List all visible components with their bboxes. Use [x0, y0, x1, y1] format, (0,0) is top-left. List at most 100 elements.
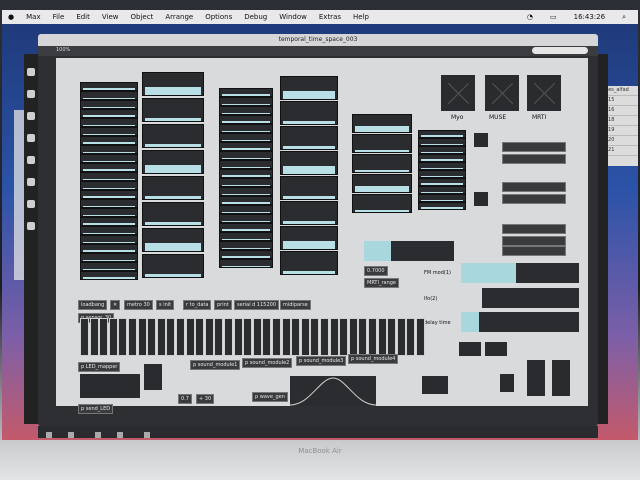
sensor-strip[interactable]	[219, 169, 273, 178]
scope-strip[interactable]	[280, 226, 338, 250]
muse-strip[interactable]	[418, 186, 466, 194]
r-to-data-box[interactable]: r to_data	[183, 300, 212, 310]
sensor-strip[interactable]	[80, 244, 138, 253]
scope-strip[interactable]	[280, 251, 338, 275]
scope-strip[interactable]	[142, 202, 204, 226]
menu-help[interactable]: Help	[353, 13, 369, 21]
sensor-strip[interactable]	[80, 163, 138, 172]
sensor-column[interactable]	[118, 318, 128, 356]
scope-strip[interactable]	[142, 72, 204, 96]
status-block[interactable]	[474, 133, 488, 147]
loadbang-box[interactable]: loadbang	[78, 300, 108, 310]
sensor-strip[interactable]	[219, 106, 273, 115]
zoom-level[interactable]: 100%	[56, 47, 70, 53]
sensor-column[interactable]	[396, 318, 406, 356]
sensor-strip[interactable]	[219, 187, 273, 196]
sensor-strip[interactable]	[80, 154, 138, 163]
emg-strip[interactable]	[352, 194, 412, 213]
scope-strip[interactable]	[142, 98, 204, 122]
param-box[interactable]	[502, 246, 566, 256]
muse-strip[interactable]	[418, 138, 466, 146]
sensor-strip[interactable]	[80, 91, 138, 100]
sensor-strip[interactable]	[219, 151, 273, 160]
sensor-column[interactable]	[281, 318, 291, 356]
settings-icon[interactable]	[27, 222, 35, 230]
window-title[interactable]: temporal_time_space_003	[38, 34, 598, 46]
menu-window[interactable]: Window	[279, 13, 307, 21]
wave-gen-box[interactable]: p wave_gen	[252, 392, 288, 402]
menu-object[interactable]: Object	[131, 13, 154, 21]
param-box[interactable]	[502, 142, 566, 152]
muse-strip[interactable]	[418, 170, 466, 178]
scope-strip[interactable]	[142, 228, 204, 252]
menu-arrange[interactable]: Arrange	[165, 13, 193, 21]
sensor-strip[interactable]	[80, 262, 138, 271]
menu-edit[interactable]: Edit	[76, 13, 90, 21]
lock-icon[interactable]	[27, 68, 35, 76]
scope-strip[interactable]	[142, 254, 204, 278]
scope-strip[interactable]	[280, 201, 338, 225]
sensor-column[interactable]	[291, 318, 301, 356]
toggle-x[interactable]: ✕	[110, 300, 121, 310]
menu-view[interactable]: View	[102, 13, 119, 21]
sensor-strip[interactable]	[80, 271, 138, 280]
sensor-strip[interactable]	[80, 109, 138, 118]
sensor-strip[interactable]	[80, 172, 138, 181]
gain-slider-right[interactable]	[552, 360, 570, 396]
sensor-strip[interactable]	[219, 205, 273, 214]
blend-slider[interactable]	[364, 241, 454, 261]
sensor-strip[interactable]	[80, 181, 138, 190]
sensor-strip[interactable]	[219, 232, 273, 241]
s-init-box[interactable]: s init	[156, 300, 175, 310]
sensor-column[interactable]	[320, 318, 329, 356]
lock-icon[interactable]	[46, 432, 52, 438]
gain-slider-left[interactable]	[527, 360, 545, 396]
sensor-column[interactable]	[204, 318, 214, 356]
menu-file[interactable]: File	[53, 13, 65, 21]
sensor-column[interactable]	[358, 318, 368, 356]
sensor-strip[interactable]	[80, 199, 138, 208]
link-icon[interactable]	[27, 178, 35, 186]
sensor-strip[interactable]	[80, 253, 138, 262]
sensor-column[interactable]	[348, 318, 358, 356]
emg-strip[interactable]	[352, 134, 412, 153]
serial-box[interactable]: serial d 115200	[234, 300, 280, 310]
emg-strip[interactable]	[352, 174, 412, 193]
muse-strip[interactable]	[418, 202, 466, 210]
param-box[interactable]	[502, 236, 566, 246]
value-box[interactable]: 0.7000	[364, 266, 388, 276]
sensor-column[interactable]	[214, 318, 224, 356]
sensor-strip[interactable]	[80, 100, 138, 109]
sensor-column[interactable]	[252, 318, 262, 356]
wifi-icon[interactable]: ◔	[527, 13, 533, 22]
sensor-column[interactable]	[387, 318, 397, 356]
home-icon[interactable]	[27, 200, 35, 208]
scope-strip[interactable]	[280, 151, 338, 175]
sensor-column[interactable]	[406, 318, 416, 356]
sensor-strip[interactable]	[219, 223, 273, 232]
fm-mod-meter[interactable]	[461, 263, 579, 283]
sound-module4-box[interactable]: p sound_module4	[348, 354, 399, 364]
sensor-strip[interactable]	[219, 88, 273, 97]
muse-display[interactable]	[485, 75, 519, 111]
sensor-strip[interactable]	[80, 118, 138, 127]
sensor-column[interactable]	[310, 318, 320, 356]
sound-module1-box[interactable]: p sound_module1	[190, 360, 241, 370]
sensor-strip[interactable]	[219, 259, 273, 268]
sensor-strip[interactable]	[219, 241, 273, 250]
scope-strip[interactable]	[142, 124, 204, 148]
param-box[interactable]	[502, 224, 566, 234]
sound-module3-box[interactable]: p sound_module3	[296, 356, 347, 366]
send-led-box[interactable]: p send_LED	[78, 404, 114, 414]
mrti-display[interactable]	[527, 75, 561, 111]
sound-module2-box[interactable]: p sound_module2	[242, 358, 293, 368]
sensor-column[interactable]	[416, 318, 425, 356]
muse-strip[interactable]	[418, 146, 466, 154]
sensor-column[interactable]	[243, 318, 253, 356]
sensor-column[interactable]	[300, 318, 310, 356]
sensor-strip[interactable]	[219, 250, 273, 259]
sensor-column[interactable]	[272, 318, 281, 356]
grid-icon[interactable]	[95, 432, 102, 438]
sensor-strip[interactable]	[219, 133, 273, 142]
led-mapper-box[interactable]: p LED_mapper	[78, 362, 121, 372]
